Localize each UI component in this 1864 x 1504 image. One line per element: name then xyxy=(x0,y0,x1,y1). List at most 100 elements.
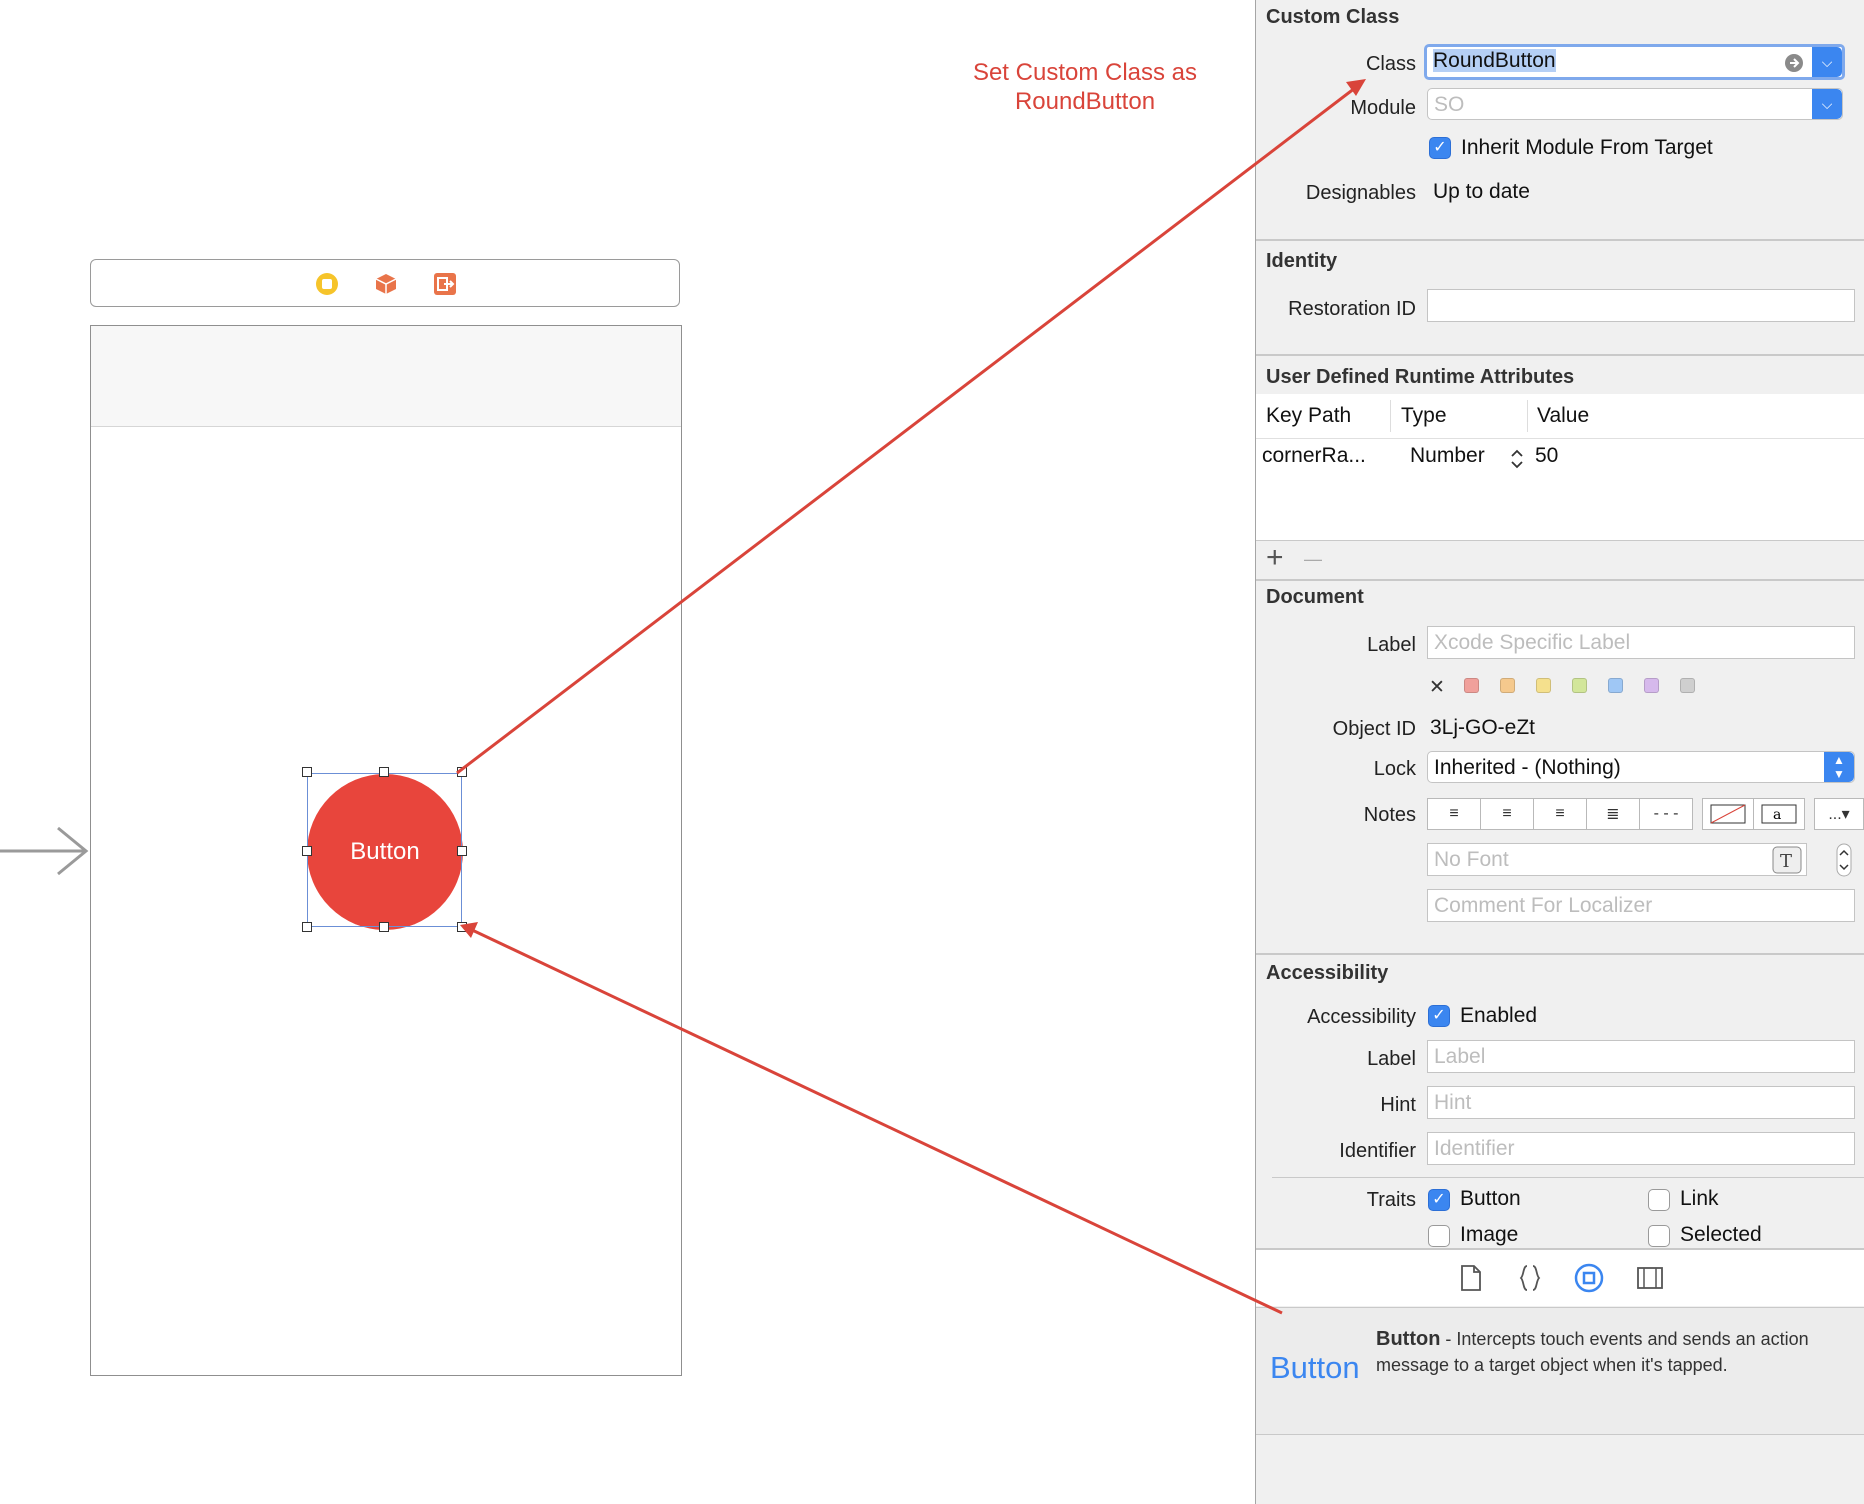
align-right-icon[interactable]: ≡ xyxy=(1533,798,1587,830)
type-cell[interactable]: Number xyxy=(1410,444,1485,468)
comment-for-localizer-field[interactable]: Comment For Localizer xyxy=(1427,889,1855,922)
resize-handle[interactable] xyxy=(302,846,312,856)
table-header: Key Path Type Value xyxy=(1256,394,1864,439)
restoration-id-label: Restoration ID xyxy=(1288,298,1416,320)
first-responder-icon[interactable] xyxy=(374,272,398,296)
more-options-button[interactable]: ...▾ xyxy=(1814,798,1864,830)
resize-handle[interactable] xyxy=(457,846,467,856)
add-attribute-button[interactable]: + xyxy=(1266,541,1284,575)
resize-handle[interactable] xyxy=(302,922,312,932)
divider xyxy=(1256,579,1864,581)
remove-attribute-button[interactable]: — xyxy=(1304,549,1322,570)
section-title-document: Document xyxy=(1266,586,1364,608)
identifier-placeholder: Identifier xyxy=(1434,1137,1515,1160)
text-color-icon[interactable]: a xyxy=(1753,798,1805,830)
trait-selected-checkbox[interactable] xyxy=(1648,1225,1670,1247)
resize-handle[interactable] xyxy=(379,922,389,932)
runtime-attributes-table[interactable]: Key Path Type Value cornerRa... Number 5… xyxy=(1256,394,1864,540)
designables-value: Up to date xyxy=(1433,180,1530,203)
storyboard-canvas[interactable]: Button Set Custom Class as RoundButton xyxy=(0,0,1255,1504)
divider xyxy=(1256,354,1864,356)
module-placeholder: SO xyxy=(1434,93,1465,116)
class-value: RoundButton xyxy=(1433,49,1556,72)
label-color-green-swatch[interactable] xyxy=(1572,678,1587,693)
chevron-down-icon[interactable]: ⌵ xyxy=(1812,47,1842,77)
resize-handle[interactable] xyxy=(379,767,389,777)
divider xyxy=(1256,239,1864,241)
hint-label: Hint xyxy=(1380,1094,1416,1116)
trait-selected-label: Selected xyxy=(1680,1223,1762,1246)
label-color-yellow-swatch[interactable] xyxy=(1536,678,1551,693)
object-description: Button - Intercepts touch events and sen… xyxy=(1376,1326,1846,1378)
code-snippet-library-icon[interactable] xyxy=(1518,1264,1542,1292)
module-combobox[interactable]: SO ⌵ xyxy=(1427,88,1843,120)
accessibility-enabled-checkbox[interactable]: ✓ xyxy=(1428,1005,1450,1027)
divider xyxy=(1272,1177,1864,1178)
exit-icon[interactable] xyxy=(433,272,457,296)
media-library-icon[interactable] xyxy=(1636,1266,1664,1290)
class-combobox[interactable]: RoundButton ⌵ xyxy=(1424,44,1845,80)
align-justify-icon[interactable]: ≣ xyxy=(1586,798,1640,830)
clear-label-color-icon[interactable]: ✕ xyxy=(1429,676,1445,699)
trait-image-checkbox[interactable] xyxy=(1428,1225,1450,1247)
font-size-stepper-icon[interactable] xyxy=(1836,843,1852,877)
column-header-value[interactable]: Value xyxy=(1537,404,1589,428)
label-color-purple-swatch[interactable] xyxy=(1644,678,1659,693)
object-library-icon[interactable] xyxy=(1574,1263,1604,1293)
lock-label: Lock xyxy=(1373,758,1416,780)
resize-handle[interactable] xyxy=(457,767,467,777)
restoration-id-field[interactable] xyxy=(1427,289,1855,322)
align-natural-icon[interactable]: - - - xyxy=(1639,798,1693,830)
divider xyxy=(1256,953,1864,955)
xcode-label-field[interactable]: Xcode Specific Label xyxy=(1427,626,1855,659)
label-color-red-swatch[interactable] xyxy=(1464,678,1479,693)
designables-label: Designables xyxy=(1305,182,1416,204)
trait-link-checkbox[interactable] xyxy=(1648,1189,1670,1211)
section-title-identity: Identity xyxy=(1266,250,1338,272)
column-header-type[interactable]: Type xyxy=(1401,404,1447,428)
value-cell[interactable]: 50 xyxy=(1535,444,1558,468)
object-description-panel: Button Button - Intercepts touch events … xyxy=(1256,1307,1864,1435)
font-picker-icon[interactable]: T xyxy=(1772,846,1802,874)
key-path-cell[interactable]: cornerRa... xyxy=(1262,444,1366,468)
lock-popup[interactable]: Inherited - (Nothing) ▲ ▼ xyxy=(1427,751,1855,783)
accessibility-label-field[interactable]: Label xyxy=(1427,1040,1855,1073)
accessibility-label: Accessibility xyxy=(1307,1006,1416,1028)
no-background-icon[interactable] xyxy=(1702,798,1754,830)
resize-handle[interactable] xyxy=(457,922,467,932)
trait-image-label: Image xyxy=(1460,1223,1519,1246)
notes-font-field[interactable]: No Font T xyxy=(1427,843,1807,876)
inherit-module-checkbox[interactable]: ✓ xyxy=(1429,137,1451,159)
class-label: Class xyxy=(1365,53,1416,75)
hint-field[interactable]: Hint xyxy=(1427,1086,1855,1119)
font-placeholder: No Font xyxy=(1434,848,1509,871)
identifier-field[interactable]: Identifier xyxy=(1427,1132,1855,1165)
lock-value: Inherited - (Nothing) xyxy=(1434,756,1621,779)
column-divider xyxy=(1390,400,1391,432)
hint-placeholder: Hint xyxy=(1434,1091,1472,1114)
column-header-key-path[interactable]: Key Path xyxy=(1266,404,1351,428)
library-tab-bar xyxy=(1256,1250,1864,1306)
stepper-icon[interactable] xyxy=(1510,448,1524,470)
label-color-gray-swatch[interactable] xyxy=(1680,678,1695,693)
align-center-icon[interactable]: ≡ xyxy=(1480,798,1534,830)
document-label-label: Label xyxy=(1367,634,1416,656)
table-row[interactable]: cornerRa... Number 50 xyxy=(1256,438,1864,478)
align-left-icon[interactable]: ≡ xyxy=(1427,798,1481,830)
label-color-blue-swatch[interactable] xyxy=(1608,678,1623,693)
divider xyxy=(1256,540,1864,541)
view-controller-icon[interactable] xyxy=(315,272,339,296)
annotation-text: Set Custom Class as RoundButton xyxy=(960,58,1210,116)
traits-label: Traits xyxy=(1366,1189,1416,1211)
trait-button-checkbox[interactable]: ✓ xyxy=(1428,1189,1450,1211)
object-name-large: Button xyxy=(1270,1350,1360,1385)
status-bar-area xyxy=(91,326,681,427)
label-color-orange-swatch[interactable] xyxy=(1500,678,1515,693)
module-label: Module xyxy=(1350,97,1416,119)
file-template-library-icon[interactable] xyxy=(1459,1264,1483,1292)
resize-handle[interactable] xyxy=(302,767,312,777)
chevron-down-icon[interactable]: ⌵ xyxy=(1812,89,1842,119)
go-arrow-icon[interactable] xyxy=(1784,53,1804,73)
object-id-label: Object ID xyxy=(1332,718,1416,740)
chevron-updown-icon[interactable]: ▲ ▼ xyxy=(1824,752,1854,782)
